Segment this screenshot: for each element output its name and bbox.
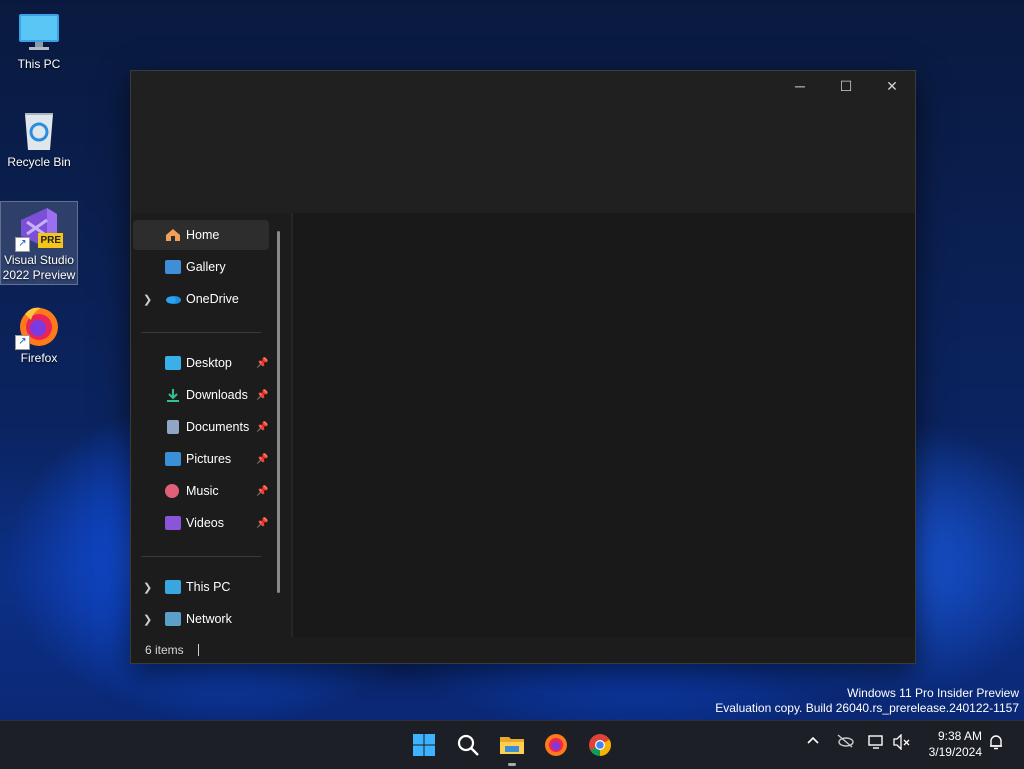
nav-item-gallery[interactable]: Gallery xyxy=(133,252,269,282)
network-tray-button[interactable] xyxy=(867,734,885,753)
nav-item-label: This PC xyxy=(186,580,231,594)
clock-date: 3/19/2024 xyxy=(928,745,982,759)
desktop-icon-label-line2: 2022 Preview xyxy=(2,268,76,282)
maximize-button[interactable]: ☐ xyxy=(823,71,869,101)
minimize-button[interactable]: ─ xyxy=(777,71,823,101)
document-icon xyxy=(167,420,179,434)
watermark-line-2: Evaluation copy. Build 26040.rs_prerelea… xyxy=(715,701,1019,715)
videos-icon xyxy=(165,516,181,530)
status-divider xyxy=(197,644,199,656)
nav-item-videos[interactable]: Videos 📌 xyxy=(133,508,269,538)
gallery-icon xyxy=(165,260,181,274)
pin-icon[interactable]: 📌 xyxy=(256,390,268,401)
nav-divider xyxy=(141,332,261,333)
start-button[interactable] xyxy=(404,725,444,765)
nav-item-home[interactable]: Home xyxy=(133,220,269,250)
desktop-icon-label: Firefox xyxy=(20,351,58,365)
firefox-taskbar-button[interactable] xyxy=(536,725,576,765)
nav-item-network[interactable]: ❯ Network xyxy=(133,604,269,634)
nav-item-label: Home xyxy=(186,228,220,242)
watermark-line-1: Windows 11 Pro Insider Preview xyxy=(847,686,1019,700)
nav-item-label: OneDrive xyxy=(186,292,239,306)
cloud-offline-icon xyxy=(837,734,854,748)
item-count: 6 items xyxy=(145,643,184,657)
desktop-icon-firefox[interactable]: ↗ Firefox xyxy=(1,300,77,366)
volume-tray-button[interactable] xyxy=(893,733,911,753)
bell-icon xyxy=(990,735,1002,750)
nav-item-pictures[interactable]: Pictures 📌 xyxy=(133,444,269,474)
nav-item-onedrive[interactable]: ❯ OneDrive xyxy=(133,284,269,314)
taskbar: 9:38 AM 3/19/2024 xyxy=(0,720,1024,769)
network-icon xyxy=(868,735,883,749)
recycle-bin-icon xyxy=(17,108,61,152)
monitor-icon xyxy=(17,10,61,54)
cloud-icon xyxy=(165,292,181,306)
monitor-icon xyxy=(165,580,181,594)
start-icon xyxy=(413,734,435,756)
download-icon xyxy=(165,388,181,402)
music-icon xyxy=(165,484,179,498)
nav-item-documents[interactable]: Documents 📌 xyxy=(133,412,269,442)
network-icon xyxy=(165,612,181,626)
nav-item-label: Videos xyxy=(186,516,224,530)
build-watermark: Windows 11 Pro Insider Preview Evaluatio… xyxy=(715,686,1019,716)
pin-icon[interactable]: 📌 xyxy=(256,422,268,433)
shortcut-arrow-icon: ↗ xyxy=(15,335,30,350)
clock-time: 9:38 AM xyxy=(937,729,982,743)
nav-scrollbar[interactable] xyxy=(277,231,280,593)
desktop-icon-visual-studio[interactable]: PRE ↗ Visual Studio 2022 Preview xyxy=(0,201,78,285)
navigation-pane: Home Gallery ❯ OneDrive Desktop 📌 Downlo… xyxy=(131,213,291,637)
nav-item-label: Pictures xyxy=(186,452,232,466)
nav-item-label: Desktop xyxy=(186,356,232,370)
nav-item-label: Gallery xyxy=(186,260,226,274)
home-icon xyxy=(165,228,181,242)
desktop-folder-icon xyxy=(165,356,181,370)
file-explorer-icon xyxy=(500,737,524,754)
desktop-icon-this-pc[interactable]: This PC xyxy=(1,6,77,72)
running-indicator xyxy=(508,763,516,766)
show-hidden-icons-button[interactable] xyxy=(806,734,820,751)
file-explorer-taskbar-button[interactable] xyxy=(492,725,532,766)
pin-icon[interactable]: 📌 xyxy=(256,454,268,465)
nav-item-music[interactable]: Music 📌 xyxy=(133,476,269,506)
nav-item-label: Downloads xyxy=(186,388,248,402)
pin-icon[interactable]: 📌 xyxy=(256,358,268,369)
nav-item-label: Network xyxy=(186,612,232,626)
search-icon xyxy=(457,734,479,756)
close-button[interactable]: ✕ xyxy=(869,71,915,101)
pin-icon[interactable]: 📌 xyxy=(256,486,268,497)
desktop-icon-label: Visual Studio xyxy=(4,253,74,267)
preview-badge: PRE xyxy=(38,233,63,248)
file-explorer-window: ─ ☐ ✕ Home Gallery ❯ OneDrive Desktop 📌 … xyxy=(130,70,916,664)
chevron-right-icon[interactable]: ❯ xyxy=(143,293,152,306)
chevron-right-icon[interactable]: ❯ xyxy=(143,581,152,594)
file-list-pane[interactable] xyxy=(291,213,915,637)
volume-muted-icon xyxy=(893,733,910,751)
pictures-icon xyxy=(165,452,181,466)
onedrive-tray-button[interactable] xyxy=(836,734,854,751)
firefox-icon xyxy=(545,734,567,756)
chevron-right-icon[interactable]: ❯ xyxy=(143,613,152,626)
firefox-icon: ↗ xyxy=(15,304,61,350)
shortcut-arrow-icon: ↗ xyxy=(15,237,30,252)
nav-item-this-pc[interactable]: ❯ This PC xyxy=(133,572,269,602)
nav-item-downloads[interactable]: Downloads 📌 xyxy=(133,380,269,410)
nav-item-label: Music xyxy=(186,484,219,498)
clock[interactable]: 9:38 AM 3/19/2024 xyxy=(920,729,982,759)
desktop-icon-label: Recycle Bin xyxy=(7,155,71,169)
search-button[interactable] xyxy=(448,725,488,765)
desktop-icon-label: This PC xyxy=(17,57,61,71)
nav-divider xyxy=(141,556,261,557)
nav-item-desktop[interactable]: Desktop 📌 xyxy=(133,348,269,378)
desktop-icon-recycle-bin[interactable]: Recycle Bin xyxy=(1,104,77,170)
status-bar: 6 items xyxy=(131,637,915,663)
chrome-taskbar-button[interactable] xyxy=(580,725,620,765)
nav-item-label: Documents xyxy=(186,420,250,434)
pin-icon[interactable]: 📌 xyxy=(256,518,268,529)
title-bar[interactable]: ─ ☐ ✕ xyxy=(131,71,915,213)
chrome-icon xyxy=(589,734,611,756)
visual-studio-icon: PRE ↗ xyxy=(15,206,63,252)
chevron-up-icon xyxy=(807,736,819,744)
notifications-button[interactable] xyxy=(988,734,1004,753)
